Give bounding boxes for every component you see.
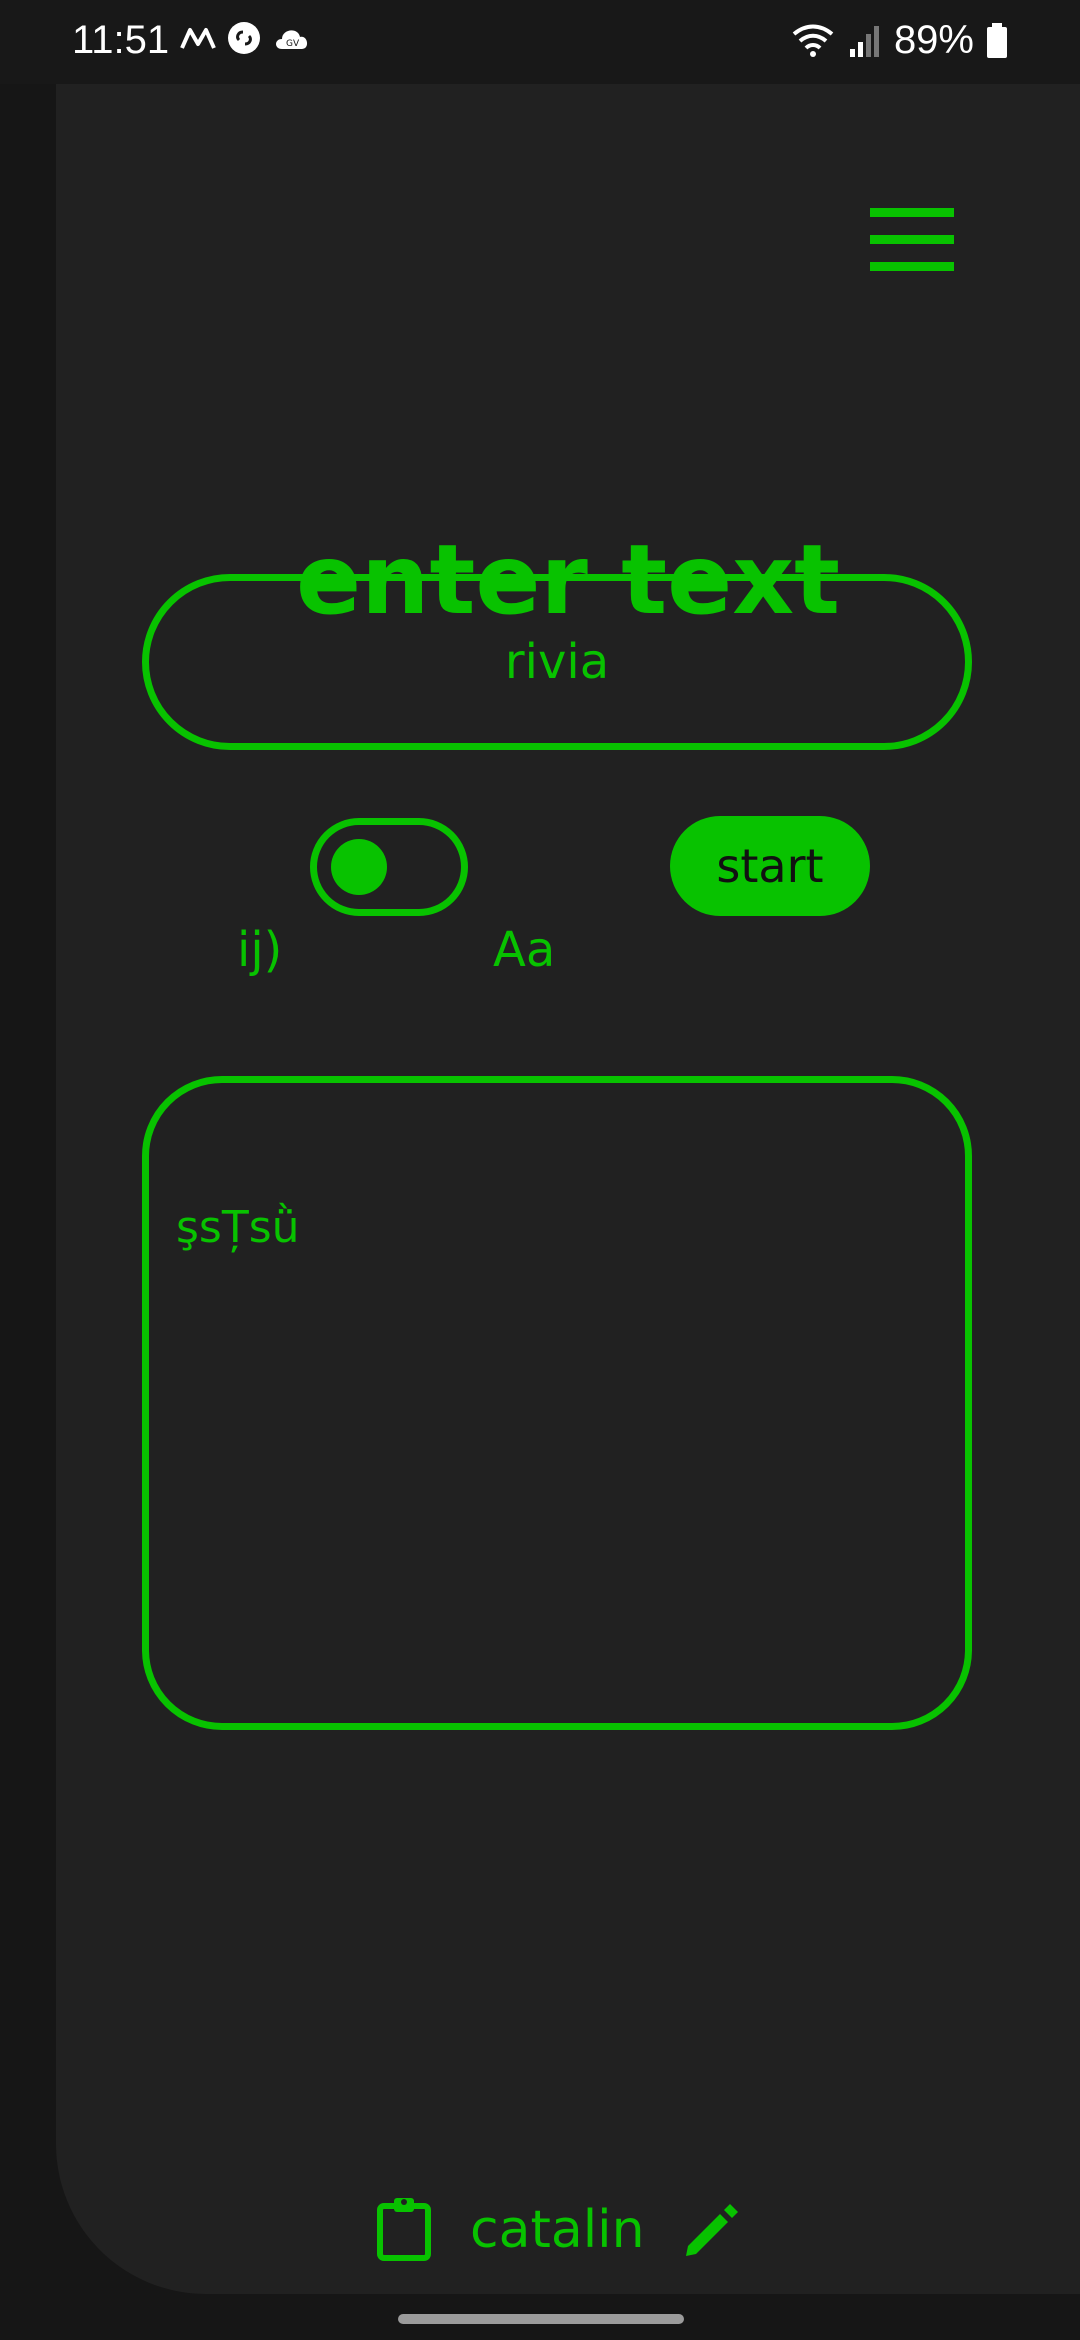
toggle-knob: [331, 839, 387, 895]
shazam-icon: [228, 22, 260, 54]
output-box[interactable]: [142, 1076, 972, 1730]
signal-icon: [849, 25, 879, 57]
m-logo-icon: [180, 28, 216, 49]
mode-toggle[interactable]: [310, 818, 468, 916]
battery-percent: 89%: [893, 18, 974, 62]
menu-button[interactable]: [862, 202, 958, 282]
start-button[interactable]: start: [670, 816, 870, 916]
home-indicator[interactable]: [398, 2314, 684, 2324]
app-panel: enter text ij) Aa start şsȚsǜ catalin: [56, 84, 1080, 2294]
system-icons: 89%: [790, 18, 1008, 63]
cloud-icon: GV: [276, 30, 308, 49]
text-input[interactable]: [142, 574, 972, 750]
pencil-icon[interactable]: [680, 2196, 744, 2260]
status-time: 11:51: [72, 18, 170, 62]
notification-icons: GV: [180, 20, 312, 56]
toggle-right-label: Aa: [493, 922, 556, 978]
footer: catalin: [56, 2196, 1080, 2306]
battery-icon: [987, 22, 1007, 58]
app-screen: 11:51 GV 89% enter text rivia ij) Aa sta…: [0, 0, 1080, 2340]
status-bar: 11:51 GV 89%: [0, 0, 1080, 84]
footer-name: catalin: [470, 2200, 645, 2260]
clipboard-icon[interactable]: [374, 2196, 434, 2262]
toggle-left-label: ij): [237, 922, 283, 978]
svg-text:GV: GV: [286, 39, 300, 49]
output-text: şsȚsǜ: [176, 1202, 300, 1253]
wifi-icon: [792, 24, 834, 57]
